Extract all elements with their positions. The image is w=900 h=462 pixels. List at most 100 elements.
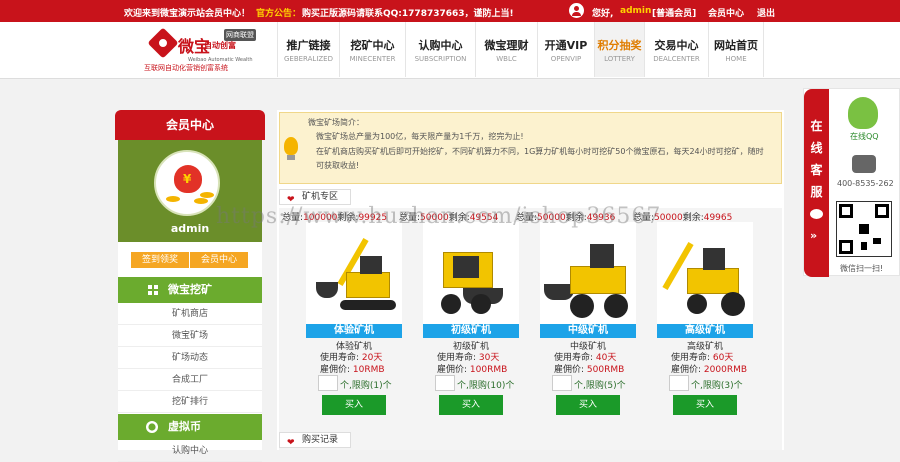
- username[interactable]: admin: [620, 6, 651, 16]
- machine-wheel: [687, 294, 707, 314]
- nav-cn: 网站首页: [714, 39, 758, 52]
- nav-cn: 开通VIP: [544, 39, 588, 52]
- member-center-button[interactable]: 会员中心: [190, 252, 248, 268]
- nav-cn: 积分抽奖: [597, 39, 642, 52]
- product-card: 总量:50000剩余:49936 中级矿机 中级矿机 使用寿命: 40天 雇佣价…: [516, 210, 636, 415]
- sidebar-item-rank[interactable]: 挖矿排行: [118, 391, 262, 413]
- nav-mine-center[interactable]: 挖矿中心 MINECENTER: [339, 22, 405, 77]
- machine-cab: [703, 248, 725, 270]
- money-bag-icon: [174, 165, 202, 193]
- sidebar-item-subscribe[interactable]: 认购中心: [118, 440, 262, 462]
- chat-bubble-icon: [810, 209, 823, 219]
- grid-icon: [148, 285, 158, 295]
- price-label: 雇佣价:: [437, 365, 468, 375]
- welcome-text: 欢迎来到微宝演示站会员中心！: [124, 9, 251, 19]
- qr-code: [836, 201, 892, 257]
- quantity-input[interactable]: [552, 375, 572, 391]
- excavator-image: [306, 222, 402, 324]
- logo-badge: 网商联盟: [224, 29, 256, 41]
- member-center-link[interactable]: 会员中心: [708, 6, 744, 19]
- machine-bucket: [316, 282, 338, 298]
- nav-cn: 交易中心: [654, 39, 699, 52]
- nav-en: HOME: [725, 55, 747, 63]
- coin-icon: [166, 196, 180, 202]
- nav-finance[interactable]: 微宝理财 WBLC: [475, 22, 537, 77]
- skid-loader-image: [423, 222, 519, 324]
- buy-button[interactable]: 买入: [322, 395, 386, 415]
- section-virtual-coin-label: 虚拟币: [168, 420, 201, 433]
- intro-title: 微宝矿场简介：: [308, 118, 364, 127]
- intro-text-2: 在矿机商店购买矿机后即可开始挖矿，不同矿机算力不同，1G算力矿机每小时可挖矿50…: [316, 147, 764, 170]
- top-bar: 欢迎来到微宝演示站会员中心！ 官方公告： 购买正版源码请联系QQ:1778737…: [0, 0, 900, 22]
- user-icon: [569, 3, 584, 18]
- service-tab[interactable]: 在 线 客 服 »: [804, 89, 829, 277]
- nav-en: MINECENTER: [349, 55, 396, 63]
- sidebar-item-mine[interactable]: 微宝矿场: [118, 325, 262, 347]
- qr-module: [859, 224, 869, 234]
- nav-vip[interactable]: 开通VIP OPENVIP: [537, 22, 594, 77]
- machine-wheel: [441, 294, 461, 314]
- limit-text: 个,限购(3)个: [691, 381, 743, 391]
- product-label: 高级矿机: [657, 324, 753, 338]
- nav-lottery[interactable]: 积分抽奖 LOTTERY: [594, 22, 644, 77]
- watermark: https://www.huzhan.com/ishop36567: [216, 204, 662, 229]
- service-vertical-text: 在 线 客 服: [804, 115, 829, 203]
- logo[interactable]: 微宝 自动创富 网商联盟 Weibao Automatic Wealth 互联网…: [144, 26, 260, 72]
- nav-subscription[interactable]: 认购中心 SUBSCRIPTION: [405, 22, 475, 77]
- phone-number: 400-8535-262: [837, 179, 894, 188]
- machine-cab: [453, 256, 479, 278]
- service-char-2: 线: [810, 141, 823, 155]
- nav-home[interactable]: 网站首页 HOME: [708, 22, 764, 77]
- avatar: [154, 150, 220, 216]
- nav-deal-center[interactable]: 交易中心 DEALCENTER: [644, 22, 708, 77]
- product-label: 初级矿机: [423, 324, 519, 338]
- machine-cab: [590, 244, 614, 268]
- hello-text: 您好,: [592, 9, 614, 19]
- quantity-input[interactable]: [669, 375, 689, 391]
- buy-button[interactable]: 买入: [439, 395, 503, 415]
- nav-cn: 微宝理财: [484, 39, 529, 52]
- nav-en: DEALCENTER: [653, 55, 700, 63]
- price-label: 雇佣价:: [671, 365, 702, 375]
- qr-module: [861, 242, 867, 250]
- quantity-input[interactable]: [318, 375, 338, 391]
- heart-icon: ❤: [287, 438, 295, 448]
- sidebar-item-factory[interactable]: 合成工厂: [118, 369, 262, 391]
- wheel-loader-image: [540, 222, 636, 324]
- buy-button[interactable]: 买入: [673, 395, 737, 415]
- checkin-button[interactable]: 签到领奖: [131, 252, 189, 268]
- machine-body: [346, 272, 390, 298]
- scan-text: 微信扫一扫!: [840, 264, 884, 273]
- logo-slogan: 互联网自动化营销创富系统: [144, 64, 228, 72]
- service-char-4: 服: [810, 185, 823, 199]
- qq-label[interactable]: 在线QQ: [850, 131, 879, 142]
- intro-text-1: 微宝矿场总产量为100亿，每天限产量为1千万，挖完为止!: [316, 132, 524, 141]
- qr-finder: [839, 204, 853, 218]
- service-char-3: 客: [810, 163, 823, 177]
- sidebar-item-shop[interactable]: 矿机商店: [118, 303, 262, 325]
- qr-module: [873, 238, 881, 244]
- zone-header: ❤ 矿机专区: [279, 189, 351, 205]
- machine-cab: [360, 256, 382, 274]
- buy-button[interactable]: 买入: [556, 395, 620, 415]
- qq-icon[interactable]: [848, 97, 878, 129]
- intro-box: 微宝矿场简介： 微宝矿场总产量为100亿，每天限产量为1千万，挖完为止! 在矿机…: [279, 112, 782, 184]
- price-row: 雇佣价: 500RMB: [554, 362, 624, 375]
- sidebar-item-dynamic[interactable]: 矿场动态: [118, 347, 262, 369]
- customer-service-panel: 在 线 客 服 » 在线QQ 400-8535-262 微信扫一扫!: [803, 88, 900, 277]
- nav-promo-link[interactable]: 推广链接 GEBERALIZED: [277, 22, 339, 77]
- nav-cn: 挖矿中心: [350, 39, 395, 52]
- nav-cn: 推广链接: [286, 39, 331, 52]
- section-virtual-coin[interactable]: 虚拟币: [118, 414, 262, 440]
- section-mining[interactable]: 微宝挖矿: [118, 277, 262, 303]
- price-value: 500RMB: [586, 365, 625, 375]
- quantity-input[interactable]: [435, 375, 455, 391]
- price-value: 2000RMB: [703, 365, 748, 375]
- machine-wheel: [471, 294, 491, 314]
- phone-icon: [852, 155, 876, 173]
- sidebar-panel: 签到领奖 会员中心 微宝挖矿 矿机商店 微宝矿场 矿场动态 合成工厂 挖矿排行 …: [118, 242, 262, 462]
- limit-text: 个,限购(10)个: [457, 381, 515, 391]
- logout-link[interactable]: 退出: [757, 6, 775, 19]
- notice-text: 购买正版源码请联系QQ:1778737663，谨防上当!: [302, 9, 514, 19]
- zone-title: 矿机专区: [302, 192, 339, 202]
